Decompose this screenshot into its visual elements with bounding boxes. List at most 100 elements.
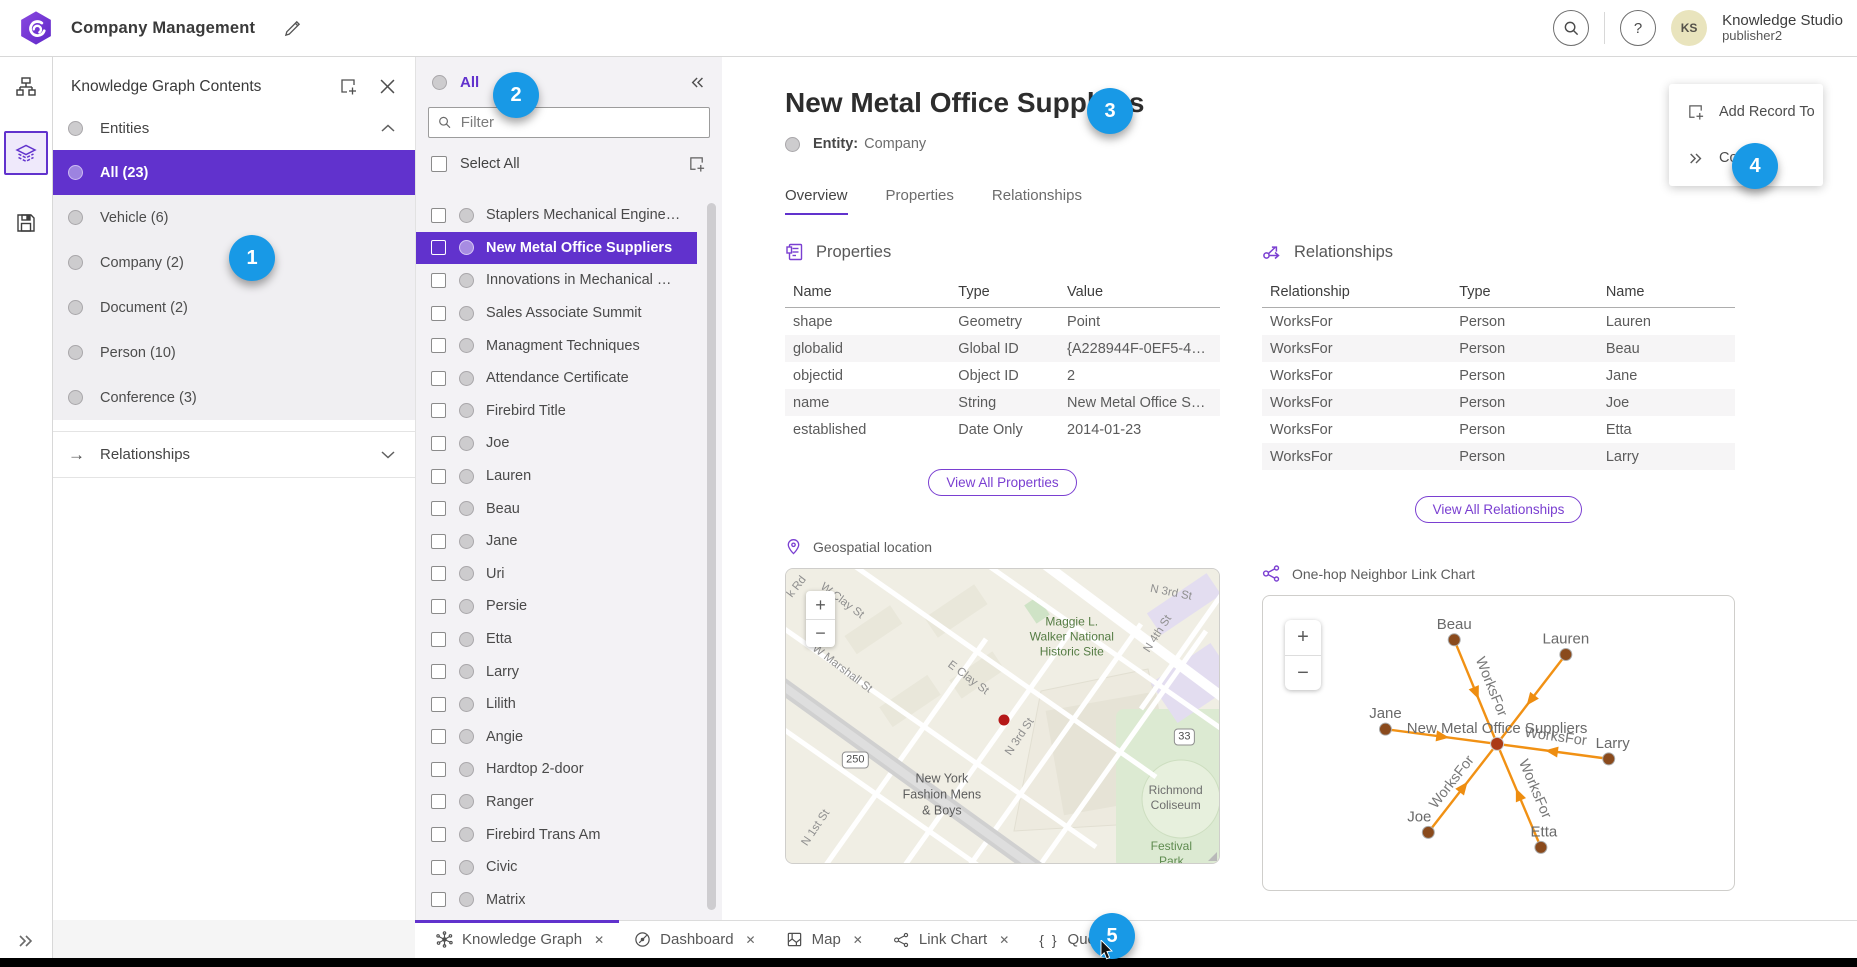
record-link[interactable]: Joe [1598,389,1735,416]
item-checkbox[interactable] [431,371,446,386]
filter-input[interactable] [461,114,700,131]
list-item[interactable]: Matrix [416,883,722,916]
view-all-relationships-button[interactable]: View All Relationships [1415,496,1583,523]
record-link[interactable]: WorksFor [1262,335,1451,362]
workspace-tab-map[interactable]: Map✕ [771,921,878,958]
item-checkbox[interactable] [431,860,446,875]
record-link[interactable]: Lauren [1598,308,1735,336]
add-record-icon[interactable] [688,155,706,173]
tab-overview[interactable]: Overview [785,187,848,215]
close-tab-icon[interactable]: ✕ [594,933,604,947]
item-checkbox[interactable] [431,892,446,907]
list-item[interactable]: Hardtop 2-door [416,753,722,786]
item-checkbox[interactable] [431,306,446,321]
chevron-down-icon[interactable] [381,450,395,459]
list-item[interactable]: Lauren [416,460,722,493]
item-checkbox[interactable] [431,632,446,647]
item-checkbox[interactable] [431,501,446,516]
zoom-in-button[interactable]: + [1285,620,1321,655]
save-icon[interactable] [4,201,48,245]
workspace-tab-link-chart[interactable]: Link Chart✕ [878,921,1024,958]
entity-type-row[interactable]: Conference (3) [53,375,415,420]
neighbor-node[interactable] [1603,753,1615,765]
list-item[interactable]: Managment Techniques [416,329,722,362]
contents-layers-icon[interactable] [4,131,48,175]
search-button[interactable] [1553,10,1589,46]
app-logo-icon[interactable] [18,10,54,46]
list-item[interactable]: Angie [416,721,722,754]
list-item[interactable]: New Metal Office Suppliers [416,232,697,265]
record-link[interactable]: WorksFor [1262,308,1451,336]
add-record-icon[interactable] [339,77,358,96]
view-all-properties-button[interactable]: View All Properties [928,469,1076,496]
item-checkbox[interactable] [431,240,446,255]
record-link[interactable]: Etta [1598,416,1735,443]
list-item[interactable]: Larry [416,655,722,688]
item-checkbox[interactable] [431,697,446,712]
record-link[interactable]: WorksFor [1262,362,1451,389]
workspace-tab-dashboard[interactable]: Dashboard✕ [619,921,770,958]
close-tab-icon[interactable]: ✕ [999,933,1009,947]
list-item[interactable]: Lilith [416,688,722,721]
neighbor-node[interactable] [1379,723,1391,735]
list-item[interactable]: Firebird Trans Am [416,818,722,851]
list-item[interactable]: Jane [416,525,722,558]
list-item[interactable]: Beau [416,492,722,525]
item-checkbox[interactable] [431,338,446,353]
item-checkbox[interactable] [431,208,446,223]
chevron-up-icon[interactable] [381,124,395,133]
data-model-icon[interactable] [4,65,48,109]
list-item[interactable]: Joe [416,427,722,460]
zoom-out-button[interactable]: − [1285,655,1321,690]
neighbor-node[interactable] [1560,649,1572,661]
user-menu[interactable]: Knowledge Studio publisher2 [1722,12,1843,44]
record-link[interactable]: WorksFor [1262,389,1451,416]
avatar[interactable]: KS [1671,10,1707,46]
entity-type-row[interactable]: Vehicle (6) [53,195,415,240]
tab-properties[interactable]: Properties [886,187,954,215]
neighbor-node[interactable] [1535,841,1547,853]
workspace-tab-knowledge-graph[interactable]: Knowledge Graph✕ [421,921,619,958]
list-item[interactable]: Ranger [416,786,722,819]
list-item[interactable]: Etta [416,623,722,656]
item-checkbox[interactable] [431,794,446,809]
entity-type-row[interactable]: Document (2) [53,285,415,330]
center-node[interactable] [1491,737,1504,750]
record-link[interactable]: Jane [1598,362,1735,389]
neighbor-node[interactable] [1422,826,1434,838]
item-checkbox[interactable] [431,534,446,549]
item-checkbox[interactable] [431,729,446,744]
neighbor-node[interactable] [1448,634,1460,646]
menu-item-add-record-to[interactable]: Add Record To [1669,89,1823,135]
help-button[interactable]: ? [1620,10,1656,46]
close-panel-icon[interactable] [380,79,395,94]
collapse-panel-icon[interactable] [690,76,706,89]
geospatial-map[interactable]: k RdW Clay StW Marshall StE Clay StN 3rd… [785,568,1220,864]
item-checkbox[interactable] [431,273,446,288]
list-item[interactable]: Persie [416,590,722,623]
item-checkbox[interactable] [431,664,446,679]
record-link[interactable]: WorksFor [1262,443,1451,470]
entities-section-header[interactable]: Entities [53,112,415,150]
list-item[interactable]: Civic [416,851,722,884]
list-item[interactable]: Staplers Mechanical Engineering [416,199,722,232]
item-checkbox[interactable] [431,827,446,842]
item-checkbox[interactable] [431,436,446,451]
close-tab-icon[interactable]: ✕ [746,933,756,947]
one-hop-link-chart[interactable]: WorksForWorksForWorksForWorksForBeauLaur… [1262,595,1735,891]
edit-title-icon[interactable] [283,19,302,38]
list-item[interactable]: Innovations in Mechanical Engin... [416,264,722,297]
record-link[interactable]: Larry [1598,443,1735,470]
map-attribution-toggle-icon[interactable] [1208,852,1217,861]
item-checkbox[interactable] [431,762,446,777]
entity-type-row[interactable]: Person (10) [53,330,415,375]
item-checkbox[interactable] [431,469,446,484]
list-item[interactable]: Attendance Certificate [416,362,722,395]
expand-rail-icon[interactable] [17,934,35,948]
item-checkbox[interactable] [431,566,446,581]
tab-relationships[interactable]: Relationships [992,187,1082,215]
item-checkbox[interactable] [431,403,446,418]
relationships-section-header[interactable]: → Relationships [53,431,415,478]
entity-type-row[interactable]: All (23) [53,150,415,195]
list-item[interactable]: Uri [416,558,722,591]
